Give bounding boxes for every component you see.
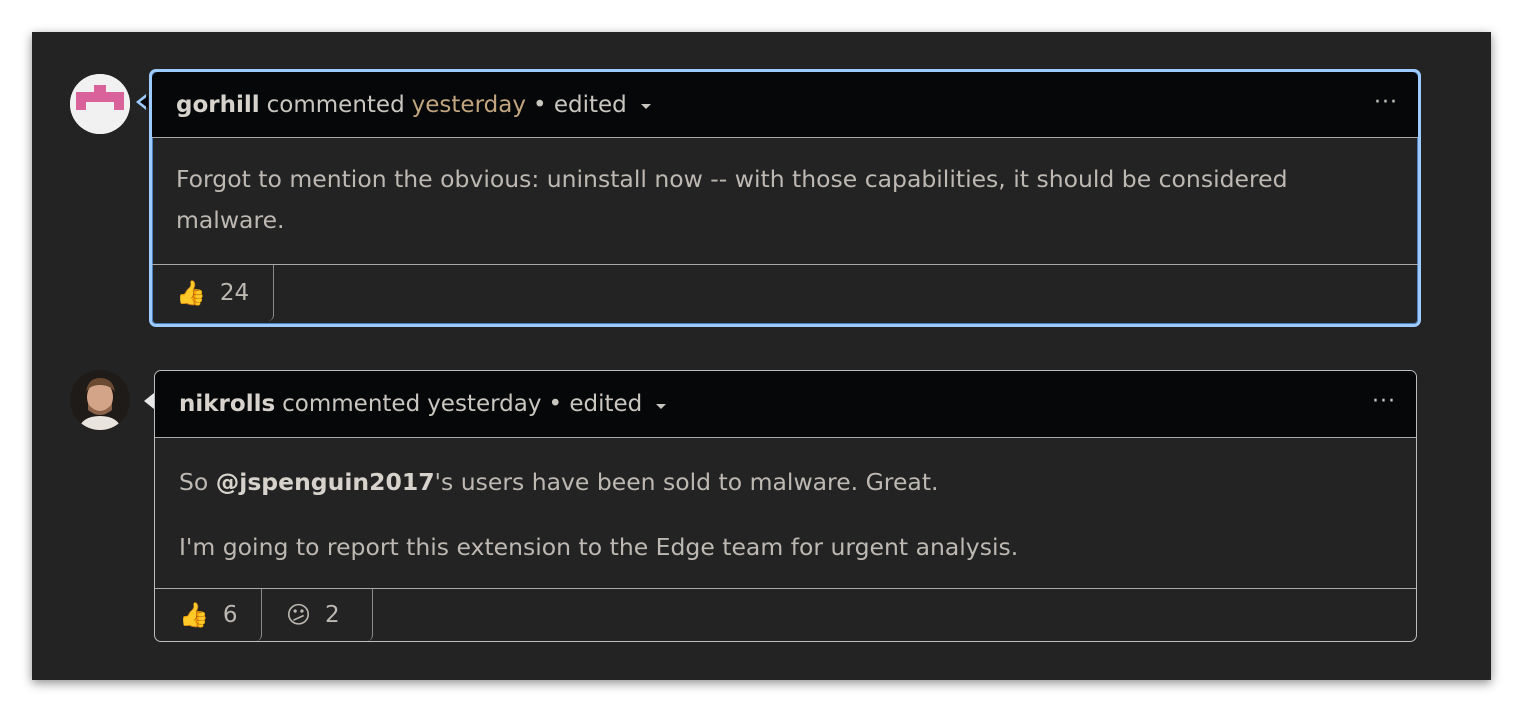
reactions-bar: 👍 24 — [152, 265, 1418, 321]
comment-action: commented — [266, 91, 405, 118]
user-photo-icon — [70, 370, 130, 430]
comment-paragraph: I'm going to report this extension to th… — [179, 533, 1019, 561]
thumbs-up-icon: 👍 — [179, 601, 209, 629]
comment-body: Forgot to mention the obvious: uninstall… — [152, 138, 1418, 265]
confused-face-icon: 😕 — [286, 601, 312, 629]
chevron-down-icon[interactable] — [640, 104, 651, 109]
comment-timestamp[interactable]: yesterday — [427, 391, 541, 417]
comment-pointer — [144, 393, 154, 409]
thumbs-up-icon: 👍 — [176, 279, 206, 307]
comment-author[interactable]: gorhill — [176, 92, 260, 118]
reaction-confused[interactable]: 😕 2 — [262, 589, 373, 641]
edited-label[interactable]: • edited — [548, 391, 642, 417]
more-options-icon[interactable]: ··· — [1374, 92, 1398, 114]
user-mention-link[interactable]: @jspenguin2017 — [216, 468, 435, 496]
edited-label[interactable]: • edited — [533, 92, 627, 118]
comment-card: nikrolls commented yesterday • edited ··… — [154, 370, 1417, 642]
comment-paragraph: So @jspenguin2017's users have been sold… — [179, 462, 1392, 503]
avatar-nikrolls[interactable] — [70, 370, 130, 430]
comment-timestamp[interactable]: yesterday — [412, 92, 526, 118]
reaction-count: 6 — [222, 602, 238, 628]
comment-card: gorhill commented yesterday • edited ···… — [149, 69, 1421, 327]
text-fragment: 's users have been sold to malware. Grea… — [434, 468, 939, 496]
identicon-icon — [70, 74, 130, 134]
avatar-gorhill[interactable] — [70, 74, 130, 134]
chevron-down-icon[interactable] — [656, 403, 667, 409]
reaction-thumbs-up[interactable]: 👍 24 — [152, 265, 274, 321]
reactions-bar: 👍 6 😕 2 — [155, 589, 1416, 641]
comment-action: commented — [282, 391, 421, 417]
comment-text: Forgot to mention the obvious: uninstall… — [176, 165, 1288, 234]
comment-author[interactable]: nikrolls — [179, 391, 275, 417]
comment-header: nikrolls commented yesterday • edited ··… — [155, 371, 1416, 438]
comment-header: gorhill commented yesterday • edited ··· — [152, 72, 1418, 138]
more-options-icon[interactable]: ··· — [1372, 391, 1396, 413]
text-fragment: So — [179, 468, 216, 496]
comment-body: So @jspenguin2017's users have been sold… — [155, 438, 1416, 589]
comment-pointer-inner — [140, 96, 148, 108]
reaction-count: 24 — [219, 280, 250, 306]
reaction-thumbs-up[interactable]: 👍 6 — [155, 589, 262, 641]
comments-panel: gorhill commented yesterday • edited ···… — [32, 32, 1491, 680]
reaction-count: 2 — [325, 602, 340, 628]
